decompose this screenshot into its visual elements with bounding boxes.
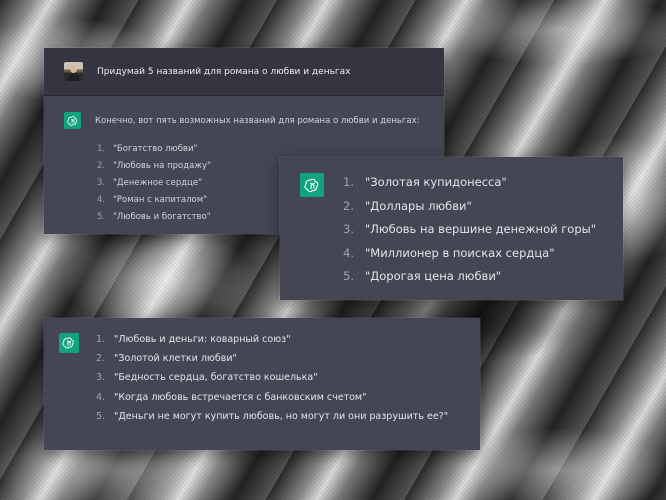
list-item: 5. "Любовь и богатство" <box>97 212 211 222</box>
list-item: 1. "Золотая купидонесса" <box>343 175 507 189</box>
chat-panel-3: 1. "Любовь и деньги: коварный союз" 2. "Зо… <box>44 318 480 450</box>
list-item: 3. "Любовь на вершине денежной горы" <box>343 222 596 236</box>
assistant-intro-text: Конечно, вот пять возможных названий для… <box>95 116 420 126</box>
user-message: Придумай 5 названий для романа о любви и… <box>44 48 444 96</box>
list-item: 2. "Доллары любви" <box>343 198 472 213</box>
chatgpt-logo-icon <box>64 112 81 129</box>
assistant-message: Конечно, вот пять возможных названий для… <box>64 112 434 222</box>
avatar <box>64 62 83 81</box>
chat-panel-2: 1. "Золотая купидонесса" 2. "Доллары любви… <box>280 157 623 300</box>
list-item: 4. "Роман с капиталом" <box>97 195 208 205</box>
list-item: 4. "Миллионер в поисках сердца" <box>343 245 555 260</box>
list-item: 2. "Золотой клетки любви" <box>96 353 237 365</box>
list-item: 4. "Когда любовь встречается с банковским… <box>96 391 367 403</box>
list-item: 3. "Денежное сердце" <box>97 178 203 188</box>
title-list: 1. "Любовь и деньги: коварный союз" 2. "Зо… <box>96 334 448 430</box>
title-list: 1. "Богатство любви" 2. "Любовь на продажу… <box>97 144 211 229</box>
user-prompt-text: Придумай 5 названий для романа о любви и… <box>97 66 351 77</box>
list-item: 3. "Бедность сердца, богатство кошелька" <box>96 372 318 384</box>
list-item: 1. "Любовь и деньги: коварный союз" <box>96 334 291 345</box>
list-item: 5. "Дорогая цена любви" <box>343 269 502 283</box>
chatgpt-logo-icon <box>300 173 324 197</box>
chatgpt-logo-icon <box>59 333 79 353</box>
list-item: 1. "Богатство любви" <box>97 144 198 154</box>
list-item: 5. "Деньги не могут купить любовь, но мог… <box>96 410 449 422</box>
title-list: 1. "Золотая купидонесса" 2. "Доллары любви… <box>343 175 596 293</box>
list-item: 2. "Любовь на продажу" <box>97 161 211 171</box>
